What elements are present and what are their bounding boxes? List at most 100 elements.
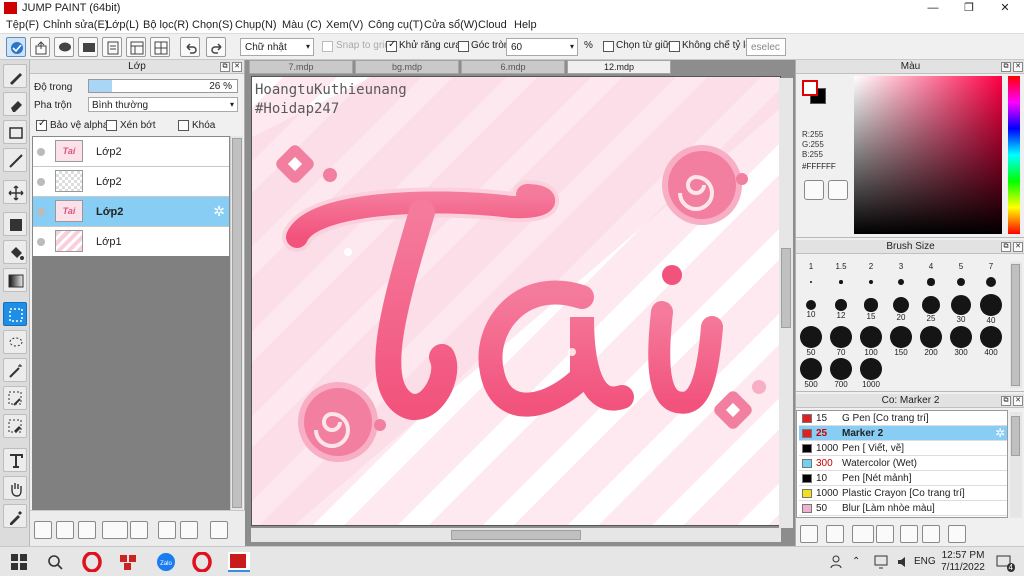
- menu-help[interactable]: Help: [514, 19, 537, 31]
- brush-item[interactable]: 50 Blur [Làm nhòe màu]: [799, 501, 1007, 516]
- panel-close-icon[interactable]: ✕: [1013, 242, 1023, 252]
- brush-size-option[interactable]: 100: [856, 326, 886, 357]
- menu-tools[interactable]: Công cụ(T): [368, 19, 423, 31]
- network-icon[interactable]: [872, 552, 894, 572]
- canvas-vscroll-thumb[interactable]: [781, 248, 791, 328]
- fill-rect-tool-icon[interactable]: [3, 212, 27, 236]
- menu-filter[interactable]: Bộ lọc(R): [143, 19, 189, 31]
- selection-eraser-icon[interactable]: [3, 414, 27, 438]
- selection-shape-select[interactable]: Chữ nhật ▾: [240, 38, 314, 56]
- brush-menu-icon[interactable]: [852, 525, 874, 543]
- brush-item[interactable]: 1000 Pen [ Viết, vẽ]: [799, 441, 1007, 456]
- panel-close-icon[interactable]: ✕: [1013, 62, 1023, 72]
- redo-icon[interactable]: [206, 37, 226, 57]
- snap-grid-checkbox[interactable]: [322, 41, 333, 52]
- minimize-button[interactable]: —: [916, 0, 950, 16]
- menu-color[interactable]: Màu (C): [282, 19, 322, 31]
- brush-size-option[interactable]: 30: [946, 294, 976, 324]
- visibility-icon[interactable]: [37, 208, 45, 216]
- opera-icon-2[interactable]: [192, 551, 214, 573]
- search-icon[interactable]: [44, 552, 66, 572]
- volume-icon[interactable]: [894, 552, 916, 572]
- lasso-tool-icon[interactable]: [3, 330, 27, 354]
- panel-close-icon[interactable]: ✕: [232, 62, 242, 72]
- panel-close-icon[interactable]: ✕: [1013, 396, 1023, 406]
- layer-scrollbar-thumb[interactable]: [232, 138, 242, 508]
- brush-item[interactable]: 15 G Pen [Co trang trí]: [799, 411, 1007, 426]
- blend-mode-select[interactable]: Bình thường ▾: [88, 97, 238, 112]
- panel-float-icon[interactable]: ⧉: [1001, 62, 1011, 72]
- saturation-value-picker[interactable]: [854, 76, 1002, 234]
- menu-file[interactable]: Tệp(F): [6, 19, 39, 31]
- foreground-color-swatch[interactable]: [802, 80, 818, 96]
- rounded-value-input[interactable]: 60 ▾: [506, 38, 578, 56]
- brush-item[interactable]: 25 Marker 2 ✲: [799, 426, 1007, 441]
- tab-6-mdp[interactable]: 6.mdp: [461, 60, 565, 74]
- brush-size-option[interactable]: 12: [826, 294, 856, 320]
- menu-view[interactable]: Xem(V): [326, 19, 363, 31]
- hand-tool-icon[interactable]: [3, 476, 27, 500]
- brush-size-scroll-thumb[interactable]: [1011, 264, 1020, 386]
- pen-tool-icon[interactable]: [3, 64, 27, 88]
- opera-icon[interactable]: [82, 551, 104, 573]
- move-tool-icon[interactable]: [3, 180, 27, 204]
- brush-item[interactable]: 1000 Plastic Crayon [Co trang trí]: [799, 486, 1007, 501]
- brush-size-option[interactable]: 300: [946, 326, 976, 357]
- new-layer-1bit-icon[interactable]: [78, 521, 96, 539]
- people-icon[interactable]: [828, 552, 850, 572]
- menu-window[interactable]: Cửa sổ(W): [424, 19, 478, 31]
- brush-pin-icon[interactable]: [800, 525, 818, 543]
- palette-icon[interactable]: [804, 180, 824, 200]
- grid-check-icon[interactable]: [150, 37, 170, 57]
- eraser-tool-icon[interactable]: [3, 92, 27, 116]
- layer-row[interactable]: Tai Lớp2 ✲: [33, 197, 229, 227]
- input-language[interactable]: ENG: [914, 556, 936, 567]
- visibility-icon[interactable]: [37, 148, 45, 156]
- text-tool-icon[interactable]: [3, 448, 27, 472]
- menu-cloud[interactable]: Cloud: [478, 19, 507, 31]
- rounded-corner-checkbox[interactable]: [458, 41, 469, 52]
- lock-checkbox[interactable]: [178, 120, 189, 131]
- opacity-slider[interactable]: 26 %: [88, 79, 238, 93]
- panel-float-icon[interactable]: ⧉: [220, 62, 230, 72]
- drawing-canvas[interactable]: HoangtuKuthieunang #Hoidap247: [251, 76, 781, 526]
- rect-select-tool-icon[interactable]: [3, 302, 27, 326]
- speech-bubble-icon[interactable]: [54, 37, 74, 57]
- brush-size-option[interactable]: 50: [796, 326, 826, 357]
- taskbar-app-icon[interactable]: [118, 552, 140, 572]
- brush-size-option[interactable]: 1: [796, 262, 826, 284]
- center-select-checkbox[interactable]: [603, 41, 614, 52]
- brush-size-option[interactable]: 7: [976, 262, 1006, 288]
- magic-wand-icon[interactable]: [3, 358, 27, 382]
- windows-start-icon[interactable]: [8, 552, 30, 572]
- antialias-checkbox[interactable]: [386, 39, 397, 52]
- bucket-tool-icon[interactable]: [3, 240, 27, 264]
- brush-size-option[interactable]: 70: [826, 326, 856, 357]
- deselect-button[interactable]: eselec: [746, 38, 786, 56]
- add-layer-menu-icon[interactable]: [102, 521, 128, 539]
- notification-icon[interactable]: 4: [994, 552, 1016, 572]
- eyedropper-icon[interactable]: [3, 504, 27, 528]
- aspect-lock-checkbox[interactable]: [669, 41, 680, 52]
- menu-capture[interactable]: Chụp(N): [235, 19, 277, 31]
- brush-folder-icon[interactable]: [900, 525, 918, 543]
- chevron-up-icon[interactable]: ⌃: [852, 552, 874, 572]
- selection-pen-icon[interactable]: [3, 386, 27, 410]
- merge-layer-icon[interactable]: [180, 521, 198, 539]
- folder-icon[interactable]: [130, 521, 148, 539]
- brush-size-option[interactable]: 1.5: [826, 262, 856, 284]
- new-layer-icon[interactable]: [34, 521, 52, 539]
- gradient-tool-icon[interactable]: [3, 268, 27, 292]
- brush-duplicate-icon[interactable]: [922, 525, 940, 543]
- canvas-horizontal-scrollbar[interactable]: [251, 528, 781, 542]
- brush-item[interactable]: 10 Pen [Nét mảnh]: [799, 471, 1007, 486]
- brush-size-scrollbar[interactable]: [1010, 262, 1022, 388]
- visibility-icon[interactable]: [37, 238, 45, 246]
- brush-size-option[interactable]: 25: [916, 294, 946, 323]
- brush-size-option[interactable]: 200: [916, 326, 946, 357]
- visibility-icon[interactable]: [37, 178, 45, 186]
- brush-size-option[interactable]: 5: [946, 262, 976, 287]
- brush-size-option[interactable]: 20: [886, 294, 916, 322]
- brush-size-option[interactable]: 4: [916, 262, 946, 286]
- document-icon[interactable]: [102, 37, 122, 57]
